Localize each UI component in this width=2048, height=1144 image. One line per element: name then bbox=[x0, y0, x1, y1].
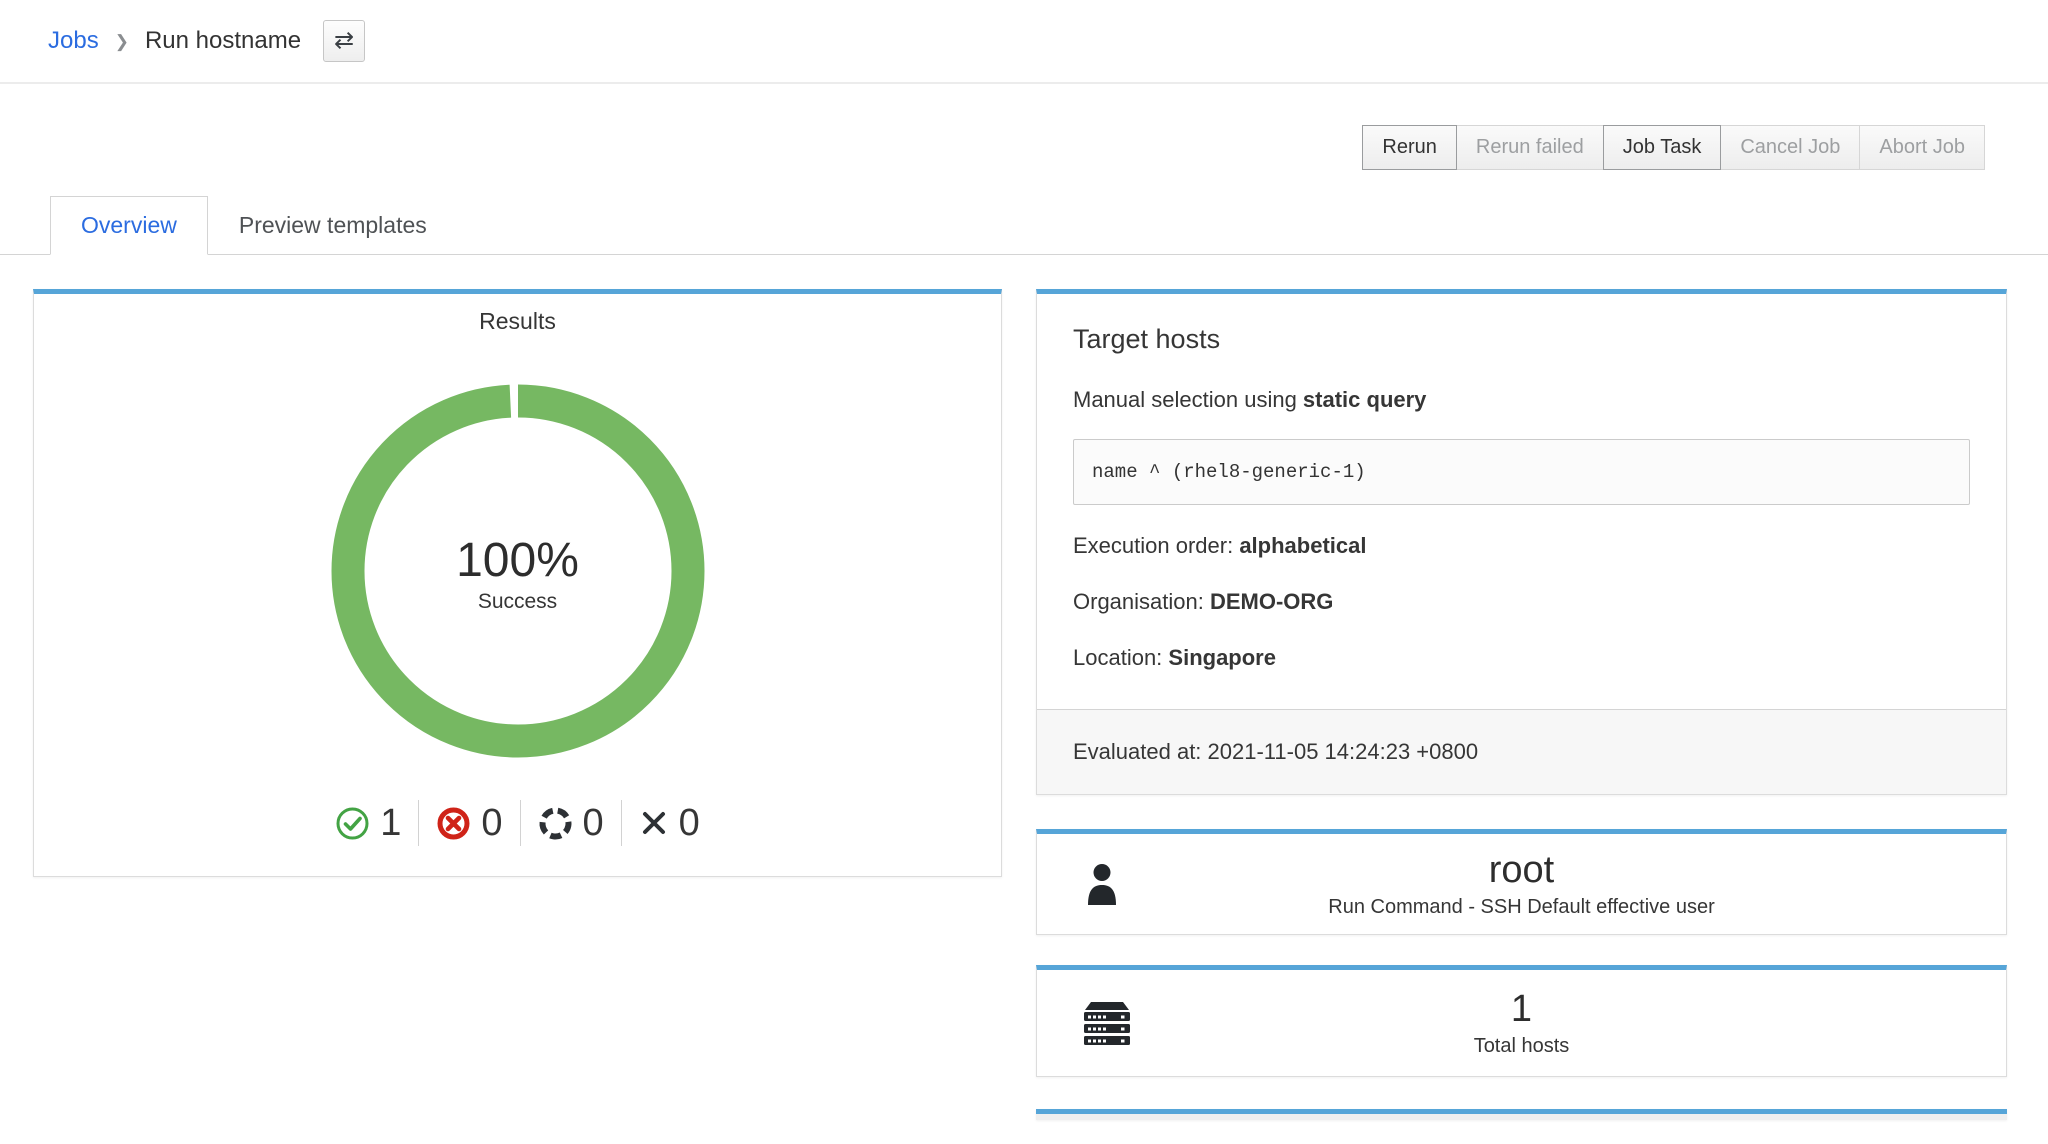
rerun-button[interactable]: Rerun bbox=[1362, 125, 1456, 170]
tab-bar: Overview Preview templates bbox=[0, 196, 2048, 255]
next-card-partial bbox=[1036, 1109, 2007, 1120]
counter-success: 1 bbox=[318, 802, 418, 845]
donut-percent-value: 100% bbox=[456, 533, 579, 588]
donut-percent-label: Success bbox=[478, 590, 557, 614]
in-progress-dashed-circle-icon bbox=[538, 806, 573, 841]
failed-circle-x-icon bbox=[436, 806, 471, 841]
failed-count: 0 bbox=[481, 802, 502, 845]
cancel-job-button: Cancel Job bbox=[1720, 125, 1860, 170]
tab-overview[interactable]: Overview bbox=[50, 196, 208, 255]
target-hosts-title: Target hosts bbox=[1073, 324, 1970, 355]
organisation-value: DEMO-ORG bbox=[1210, 589, 1333, 614]
effective-user-name: root bbox=[1328, 849, 1714, 893]
results-title: Results bbox=[34, 308, 1001, 335]
execution-order-row: Execution order: alphabetical bbox=[1073, 533, 1970, 559]
total-hosts-card: 1 Total hosts bbox=[1036, 965, 2007, 1077]
effective-user-description: Run Command - SSH Default effective user bbox=[1328, 896, 1714, 919]
host-search-query: name ^ (rhel8-generic-1) bbox=[1073, 439, 1970, 505]
page-header: Jobs ❯ Run hostname ⇄ bbox=[0, 0, 2048, 84]
counter-failed: 0 bbox=[419, 802, 519, 845]
user-icon bbox=[1081, 861, 1123, 907]
job-actions-toolbar: Rerun Rerun failed Job Task Cancel Job A… bbox=[0, 125, 2048, 170]
breadcrumb-chevron-icon: ❯ bbox=[115, 30, 129, 52]
target-hosts-card: Target hosts Manual selection using stat… bbox=[1036, 289, 2007, 795]
location-label: Location: bbox=[1073, 645, 1168, 670]
location-row: Location: Singapore bbox=[1073, 645, 1970, 671]
abort-job-button: Abort Job bbox=[1859, 125, 1985, 170]
selection-mode-line: Manual selection using static query bbox=[1073, 387, 1970, 413]
server-rack-icon bbox=[1081, 1000, 1133, 1046]
execution-order-label: Execution order: bbox=[1073, 533, 1239, 558]
execution-order-value: alphabetical bbox=[1239, 533, 1366, 558]
location-value: Singapore bbox=[1168, 645, 1276, 670]
selection-mode-value: static query bbox=[1303, 387, 1427, 412]
in-progress-count: 0 bbox=[583, 802, 604, 845]
total-hosts-label: Total hosts bbox=[1474, 1035, 1570, 1058]
selection-mode-prefix: Manual selection using bbox=[1073, 387, 1303, 412]
results-donut-chart: 100% Success bbox=[328, 381, 708, 766]
results-counters: 1 0 0 bbox=[34, 800, 1001, 846]
main-content: Results 100% Success 1 bbox=[0, 255, 2048, 1120]
toggle-job-view-button[interactable]: ⇄ bbox=[323, 20, 365, 62]
effective-user-card: root Run Command - SSH Default effective… bbox=[1036, 829, 2007, 935]
organisation-row: Organisation: DEMO-ORG bbox=[1073, 589, 1970, 615]
breadcrumb-current-page: Run hostname bbox=[145, 27, 301, 55]
tab-preview-templates[interactable]: Preview templates bbox=[208, 196, 458, 255]
rerun-failed-button: Rerun failed bbox=[1456, 125, 1604, 170]
success-count: 1 bbox=[380, 802, 401, 845]
counter-in-progress: 0 bbox=[521, 802, 621, 845]
counter-cancelled: 0 bbox=[622, 802, 717, 845]
switch-arrows-icon: ⇄ bbox=[334, 29, 354, 53]
organisation-label: Organisation: bbox=[1073, 589, 1210, 614]
breadcrumb-jobs-link[interactable]: Jobs bbox=[48, 27, 99, 55]
evaluated-at-footer: Evaluated at: 2021-11-05 14:24:23 +0800 bbox=[1037, 709, 2006, 794]
total-hosts-value: 1 bbox=[1474, 988, 1570, 1032]
job-task-button[interactable]: Job Task bbox=[1603, 125, 1722, 170]
results-card: Results 100% Success 1 bbox=[33, 289, 1002, 877]
cancelled-count: 0 bbox=[679, 802, 700, 845]
success-circle-check-icon bbox=[335, 806, 370, 841]
cancelled-x-icon bbox=[639, 808, 669, 838]
job-actions-button-group: Rerun Rerun failed Job Task Cancel Job A… bbox=[1363, 125, 1985, 170]
